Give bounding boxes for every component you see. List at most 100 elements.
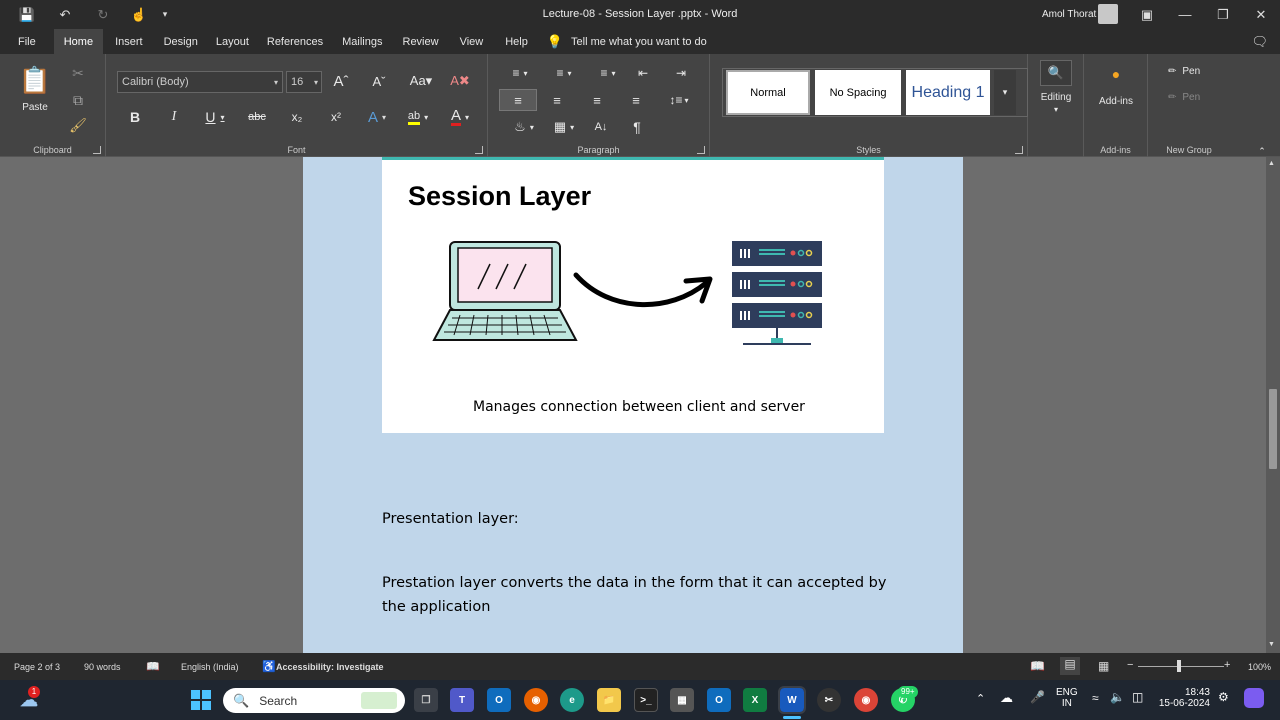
styles-more-icon[interactable]: ▾ (994, 70, 1016, 115)
avatar[interactable] (1098, 4, 1118, 24)
web-layout-icon[interactable]: ▦ (1098, 659, 1109, 673)
tell-me-box[interactable]: 💡 Tell me what you want to do (547, 34, 707, 50)
chrome-icon[interactable]: ◉ (854, 688, 878, 712)
edge-icon[interactable]: e (560, 688, 584, 712)
touch-mode-icon[interactable]: ☝ (126, 2, 152, 28)
firefox-icon[interactable]: ◉ (524, 688, 548, 712)
minimize-button[interactable]: — (1166, 0, 1204, 29)
font-color-icon[interactable]: A ▾ (444, 106, 476, 128)
start-icon[interactable] (189, 688, 213, 712)
copy-icon[interactable]: ⧉ (68, 91, 88, 109)
tab-references[interactable]: References (258, 29, 332, 54)
user-name[interactable]: Amol Thorat (1042, 9, 1096, 20)
highlight-icon[interactable]: ab ▾ (402, 106, 434, 128)
word-count[interactable]: 90 words (84, 662, 121, 672)
microphone-icon[interactable]: 🎤 (1030, 690, 1045, 704)
cut-icon[interactable]: ✂ (68, 64, 88, 82)
language[interactable]: English (India) (181, 662, 239, 672)
clipboard-launcher[interactable] (93, 146, 101, 154)
zoom-out-icon[interactable]: − (1127, 659, 1133, 671)
tab-mailings[interactable]: Mailings (332, 29, 392, 54)
zoom-slider-track[interactable] (1138, 666, 1224, 667)
align-right-icon[interactable]: ≡ (586, 89, 608, 111)
find-icon[interactable]: 🔍 (1040, 60, 1072, 86)
file-explorer-icon[interactable]: 📁 (597, 688, 621, 712)
clear-formatting-icon[interactable]: A✖ (449, 70, 471, 92)
vertical-scrollbar[interactable]: ▲ ▼ (1266, 157, 1280, 653)
justify-icon[interactable]: ≡ (625, 89, 647, 111)
snipping-tool-icon[interactable]: ✂ (817, 688, 841, 712)
print-layout-icon[interactable]: ▤ (1060, 657, 1080, 675)
teams-icon[interactable]: T (450, 688, 474, 712)
zoom-level[interactable]: 100% (1248, 662, 1271, 672)
excel-icon[interactable]: X (743, 688, 767, 712)
word-icon[interactable]: W (778, 686, 806, 714)
font-name-combo[interactable]: Calibri (Body) ▾ (117, 71, 283, 93)
tab-design[interactable]: Design (155, 29, 207, 54)
text-effects-icon[interactable]: A ▾ (362, 106, 392, 128)
addins-icon[interactable]: ● (1108, 64, 1124, 84)
editing-label[interactable]: Editing (1032, 90, 1080, 104)
embedded-slide[interactable]: Session Layer Manages connection between… (382, 157, 884, 433)
font-launcher[interactable] (475, 146, 483, 154)
show-marks-icon[interactable]: ¶ (626, 116, 648, 138)
multilevel-list-icon[interactable]: ≡ ▾ (592, 64, 624, 82)
scroll-up-icon[interactable]: ▲ (1268, 160, 1275, 167)
tab-home[interactable]: Home (53, 29, 104, 54)
subscript-icon[interactable]: x₂ (286, 106, 308, 128)
shading-icon[interactable]: ♨ ▾ (508, 116, 540, 138)
close-button[interactable]: ✕ (1242, 0, 1280, 29)
clock[interactable]: 18:43 15-06-2024 (1156, 687, 1210, 709)
undo-icon[interactable]: ↶ (52, 2, 78, 28)
style-normal[interactable]: Normal (726, 70, 810, 115)
taskbar-search[interactable]: 🔍 Search (223, 688, 405, 713)
styles-launcher[interactable] (1015, 146, 1023, 154)
customize-qat-icon[interactable]: ▾ (152, 2, 178, 28)
zoom-slider-thumb[interactable] (1177, 660, 1181, 672)
decrease-indent-icon[interactable]: ⇤ (632, 64, 654, 82)
onedrive-icon[interactable]: ☁ (1000, 690, 1013, 706)
tab-layout[interactable]: Layout (207, 29, 258, 54)
volume-icon[interactable]: 🔈 (1110, 690, 1125, 704)
terminal-icon[interactable]: >_ (634, 688, 658, 712)
zoom-in-icon[interactable]: + (1224, 659, 1230, 671)
numbering-icon[interactable]: ≡ ▾ (548, 64, 580, 82)
comments-icon[interactable]: 🗨 (1251, 34, 1268, 50)
paste-label[interactable]: Paste (12, 100, 58, 114)
tab-view[interactable]: View (449, 29, 495, 54)
settings-gear-icon[interactable]: ⚙ (1218, 690, 1229, 704)
tab-review[interactable]: Review (393, 29, 449, 54)
italic-icon[interactable]: I (163, 106, 185, 128)
battery-icon[interactable]: ◫ (1132, 690, 1143, 704)
sort-icon[interactable]: A↓ (590, 116, 612, 138)
page[interactable]: Session Layer Manages connection between… (303, 157, 963, 653)
addins-button[interactable]: Add-ins (1088, 94, 1144, 108)
presentation-heading[interactable]: Presentation layer: (382, 507, 892, 531)
outlook-icon[interactable]: O (487, 688, 511, 712)
wifi-icon[interactable]: ≈ (1092, 691, 1099, 705)
tab-help[interactable]: Help (494, 29, 539, 54)
bold-icon[interactable]: B (124, 106, 146, 128)
shrink-font-icon[interactable]: Aˇ (368, 70, 390, 92)
tab-file[interactable]: File (0, 29, 54, 54)
pen-button-2[interactable]: ✏ Pen (1168, 89, 1228, 105)
strikethrough-icon[interactable]: abc (246, 106, 268, 128)
collapse-ribbon-icon[interactable]: ⌃ (1256, 146, 1268, 156)
accessibility-status[interactable]: Accessibility: Investigate (276, 662, 384, 672)
read-mode-icon[interactable]: 📖 (1030, 659, 1045, 673)
superscript-icon[interactable]: x² (325, 106, 347, 128)
ribbon-display-icon[interactable]: ▣ (1128, 0, 1166, 29)
scrollbar-thumb[interactable] (1269, 389, 1277, 469)
editing-dropdown-icon[interactable]: ▾ (1048, 104, 1064, 114)
underline-icon[interactable]: U ▾ (200, 106, 230, 128)
language-indicator[interactable]: ENG IN (1056, 687, 1078, 709)
grow-font-icon[interactable]: Aˆ (330, 70, 352, 92)
scroll-down-icon[interactable]: ▼ (1268, 641, 1275, 648)
bullets-icon[interactable]: ≡ ▾ (504, 64, 536, 82)
increase-indent-icon[interactable]: ⇥ (670, 64, 692, 82)
style-no-spacing[interactable]: No Spacing (815, 70, 901, 115)
restore-button[interactable]: ❐ (1204, 0, 1242, 29)
style-heading-1[interactable]: Heading 1 (906, 70, 990, 115)
save-icon[interactable]: 💾 (14, 2, 40, 28)
page-count[interactable]: Page 2 of 3 (14, 662, 60, 672)
